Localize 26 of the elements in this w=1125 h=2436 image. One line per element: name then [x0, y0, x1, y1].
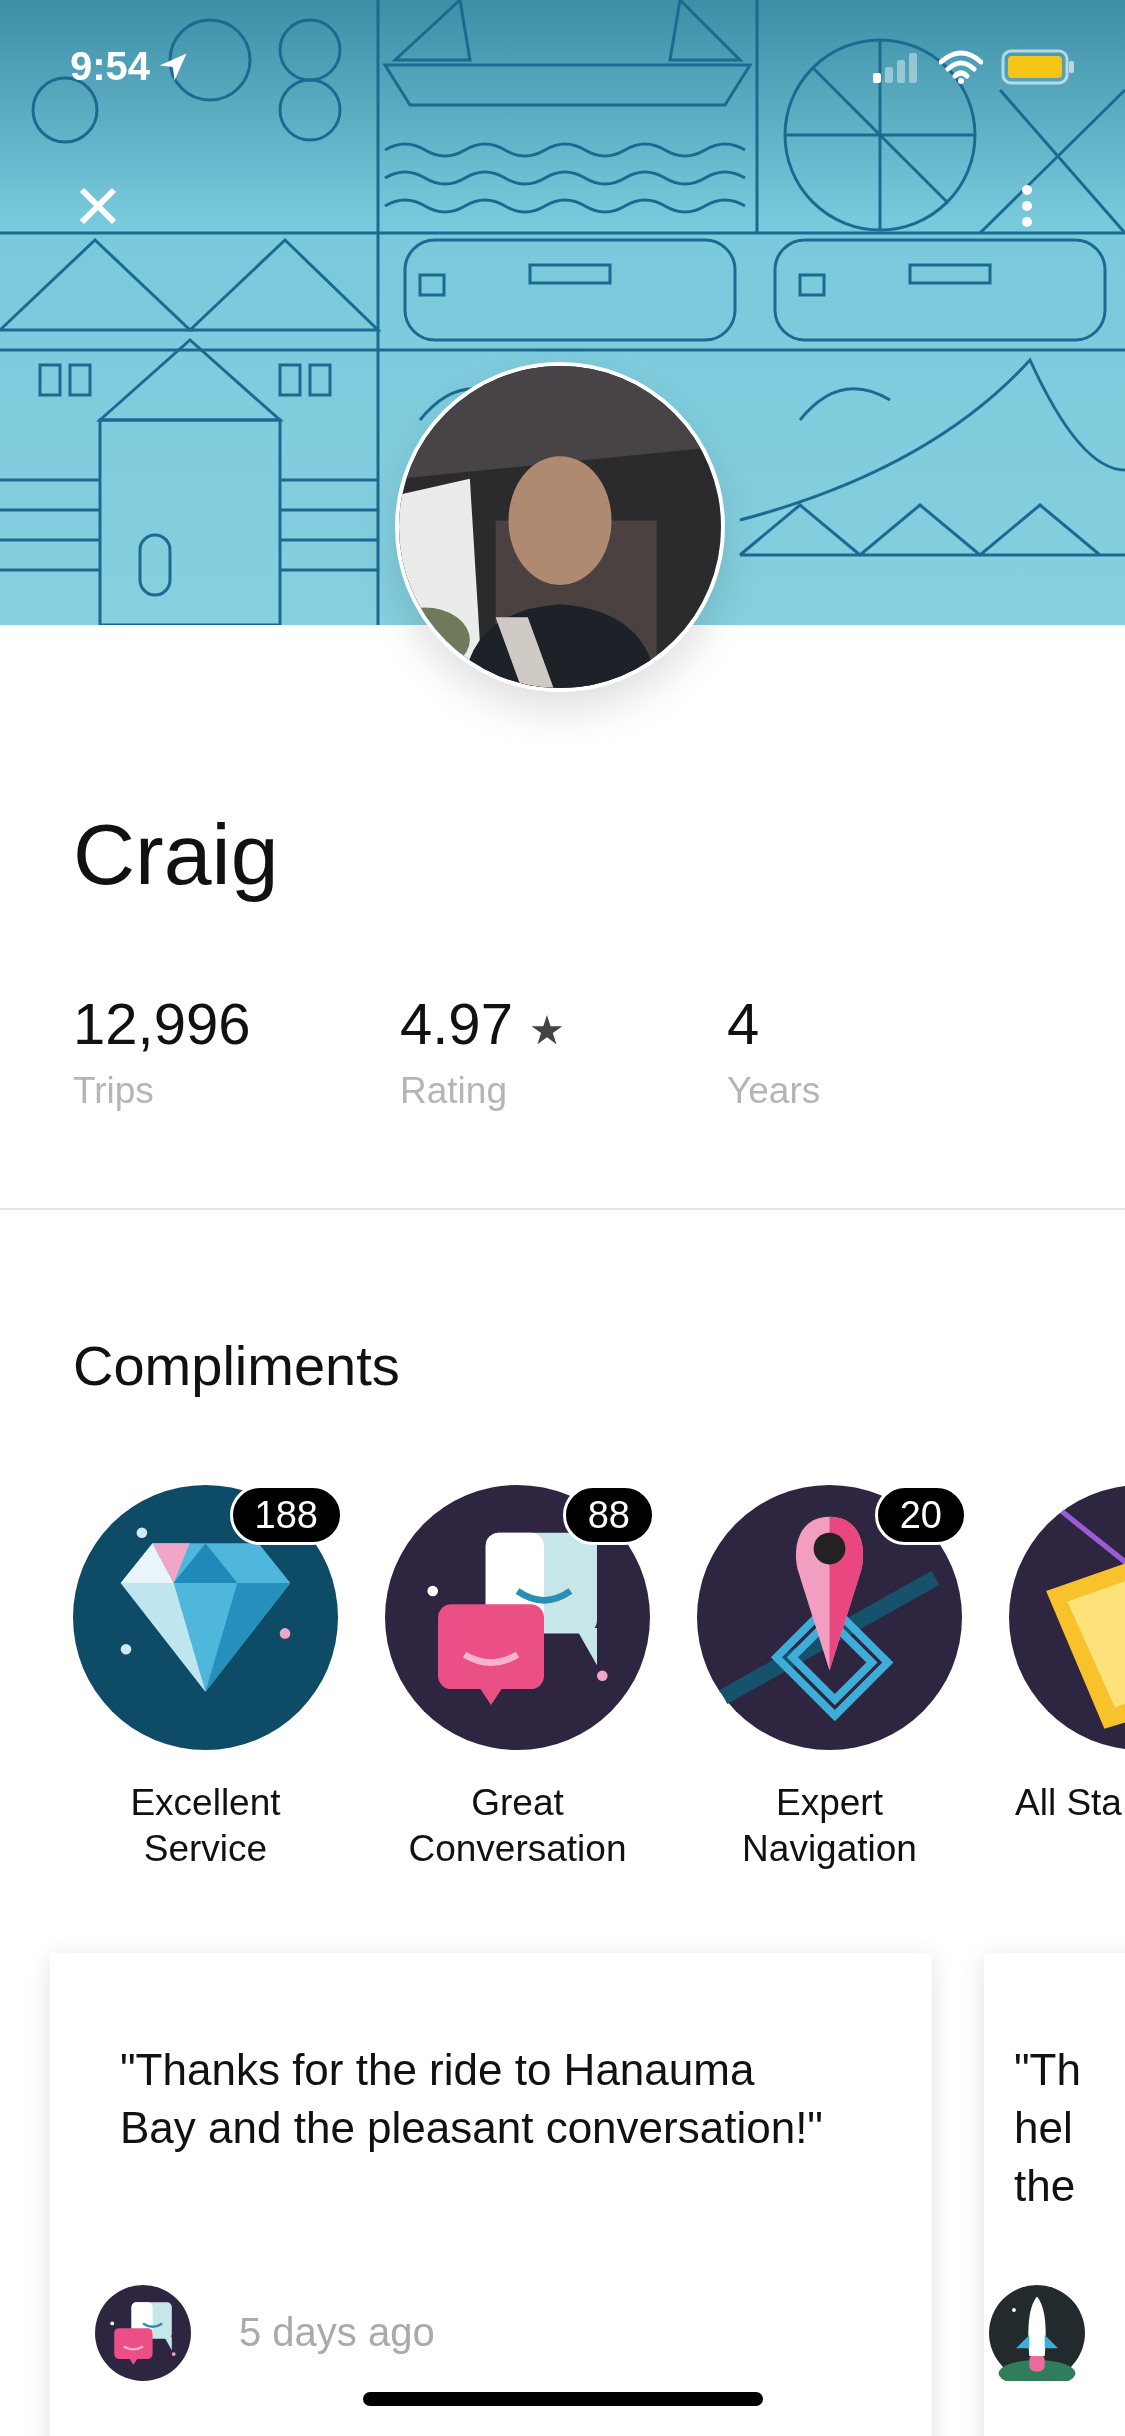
stat-value: 4: [727, 992, 761, 1056]
map-pin-icon: [697, 1485, 962, 1751]
chat-bubbles-icon: [95, 2284, 191, 2381]
chat-bubbles-icon: [385, 1485, 650, 1751]
compliment-label: All Sta: [1015, 1781, 1122, 1826]
stat-label: Rating: [400, 1070, 508, 1112]
count-badge: 188: [229, 1485, 343, 1546]
count-badge: 88: [562, 1485, 655, 1546]
stat-label: Years: [727, 1070, 822, 1112]
compliment-label: Expert Navigation: [741, 1781, 918, 1872]
review-quote: "Th hel the: [1014, 2043, 1082, 2212]
status-time: 9:54: [70, 44, 151, 89]
rocket-icon: [989, 2284, 1085, 2381]
stat-label: Trips: [73, 1070, 155, 1112]
review-quote: "Thanks for the ride to Hanauma Bay and the pleasant conversation!": [120, 2043, 824, 2154]
compliment-label: Excellent Service: [129, 1781, 282, 1872]
location-arrow-icon: [158, 51, 189, 82]
battery-icon: [1001, 48, 1075, 85]
stat-value: 4.97 ★: [400, 992, 566, 1056]
review-time: 5 days ago: [239, 2310, 435, 2356]
driver-name: Craig: [73, 805, 280, 904]
compliment-label: Great Conversation: [407, 1781, 628, 1872]
section-title: Compliments: [73, 1333, 401, 1399]
wifi-icon: [939, 49, 983, 84]
count-badge: 20: [874, 1485, 967, 1546]
stat-value: 12,996: [73, 992, 252, 1056]
